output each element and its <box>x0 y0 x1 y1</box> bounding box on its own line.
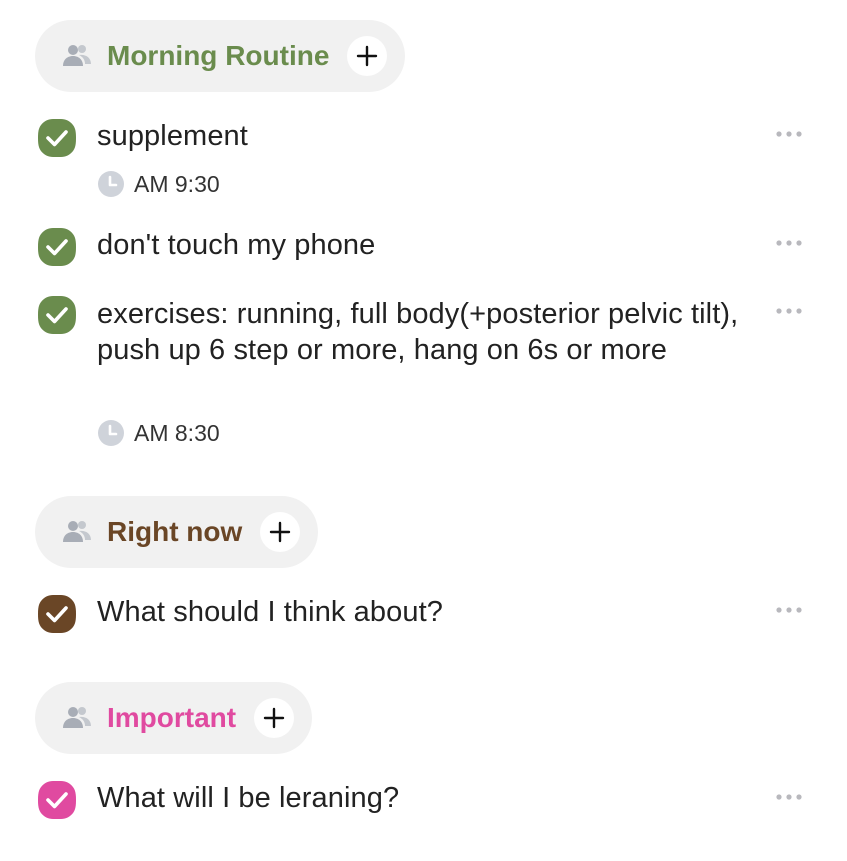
task-text[interactable]: What will I be leraning? <box>97 780 747 816</box>
task-text[interactable]: What should I think about? <box>97 594 747 630</box>
plus-icon <box>270 521 291 543</box>
add-task-button[interactable] <box>260 512 301 552</box>
checkmark-icon[interactable] <box>35 778 79 822</box>
task-time: AM 8:30 <box>97 419 220 447</box>
add-task-button[interactable] <box>347 36 388 76</box>
clock-icon <box>98 171 124 197</box>
more-dots-icon[interactable] <box>775 130 803 138</box>
checkmark-icon[interactable] <box>35 293 79 337</box>
task-time: AM 9:30 <box>97 170 220 198</box>
people-icon <box>63 45 91 66</box>
task-text[interactable]: exercises: running, full body(+posterior… <box>97 296 742 368</box>
time-label: AM 8:30 <box>134 419 220 446</box>
checkmark-icon[interactable] <box>35 592 79 636</box>
group-header[interactable]: Morning Routine <box>35 20 406 92</box>
task-text[interactable]: supplement <box>97 118 747 154</box>
group-header[interactable]: Important <box>35 682 313 754</box>
time-label: AM 9:30 <box>134 170 220 197</box>
group-header[interactable]: Right now <box>35 496 319 568</box>
more-dots-icon[interactable] <box>775 239 803 247</box>
people-icon <box>63 707 91 728</box>
task-text[interactable]: don't touch my phone <box>97 227 747 263</box>
group-title: Right now <box>107 516 243 547</box>
people-icon <box>63 521 91 542</box>
add-task-button[interactable] <box>254 698 295 738</box>
more-dots-icon[interactable] <box>775 307 803 315</box>
checkmark-icon[interactable] <box>35 116 79 160</box>
checkmark-icon[interactable] <box>35 225 79 269</box>
clock-icon <box>98 420 124 446</box>
plus-icon <box>357 45 378 67</box>
group-title: Important <box>107 702 237 733</box>
plus-icon <box>263 707 285 729</box>
more-dots-icon[interactable] <box>775 606 803 614</box>
group-title: Morning Routine <box>107 40 330 71</box>
more-dots-icon[interactable] <box>775 793 803 801</box>
